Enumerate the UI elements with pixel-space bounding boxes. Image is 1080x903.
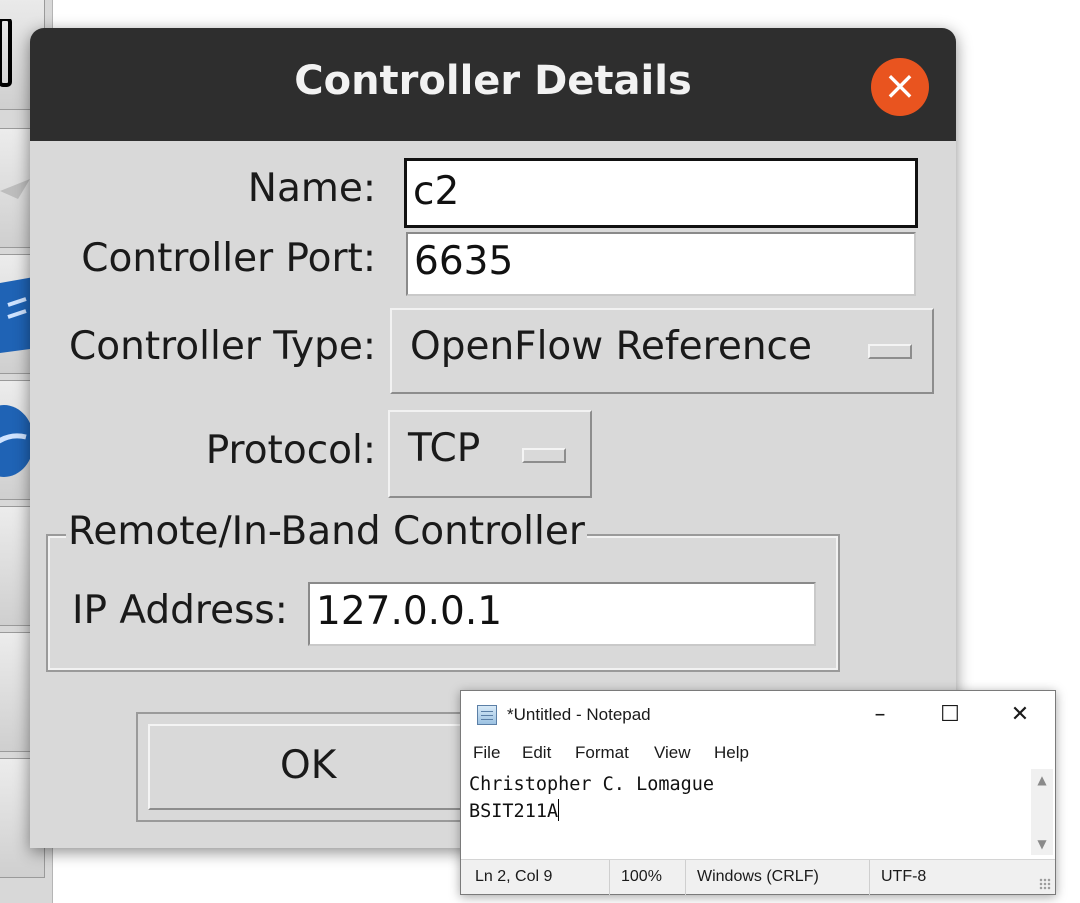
status-encoding: UTF-8 [881, 868, 927, 885]
scroll-down-icon[interactable]: ▼ [1031, 837, 1053, 851]
close-icon[interactable]: × [871, 58, 929, 116]
close-icon[interactable]: ✕ [997, 699, 1043, 731]
minimize-icon[interactable]: – [857, 699, 903, 731]
notepad-icon [477, 705, 497, 725]
name-label: Name: [247, 166, 376, 211]
desktop: Controller Details × Name: c2 Controller… [0, 0, 1080, 903]
ok-button-label: OK [148, 724, 464, 810]
notepad-title: *Untitled - Notepad [507, 705, 651, 724]
status-position: Ln 2, Col 9 [475, 868, 553, 885]
vertical-scrollbar[interactable]: ▲ ▼ [1031, 769, 1053, 855]
ip-address-field[interactable]: 127.0.0.1 [308, 582, 816, 646]
notepad-text-area[interactable]: Christopher C. Lomague BSIT211A [469, 771, 1029, 851]
dropdown-indicator-icon [522, 448, 566, 463]
status-divider [685, 860, 686, 895]
scroll-up-icon[interactable]: ▲ [1031, 773, 1053, 787]
text-line-with-caret: BSIT211A [469, 798, 1029, 825]
text-line: Christopher C. Lomague [469, 774, 715, 795]
status-divider [609, 860, 610, 895]
status-zoom: 100% [621, 868, 662, 885]
resize-grip-icon[interactable] [1039, 878, 1051, 890]
status-line-endings: Windows (CRLF) [697, 868, 819, 885]
menu-file[interactable]: File [473, 743, 500, 763]
menu-help[interactable]: Help [714, 743, 749, 763]
menu-view[interactable]: View [654, 743, 691, 763]
text-line: BSIT211A [469, 801, 559, 822]
controller-type-label: Controller Type: [69, 324, 376, 369]
name-field[interactable]: c2 [404, 158, 918, 228]
dropdown-indicator-icon [868, 344, 912, 359]
notepad-window: *Untitled - Notepad – ☐ ✕ File Edit Form… [460, 690, 1056, 895]
dialog-titlebar[interactable]: Controller Details × [30, 28, 956, 141]
menu-edit[interactable]: Edit [522, 743, 551, 763]
dialog-title: Controller Details [294, 58, 692, 104]
protocol-value: TCP [408, 426, 481, 471]
protocol-dropdown[interactable]: TCP [388, 410, 592, 498]
remote-controller-group-title: Remote/In-Band Controller [66, 509, 587, 554]
notepad-statusbar: Ln 2, Col 9 100% Windows (CRLF) UTF-8 [461, 859, 1055, 895]
protocol-label: Protocol: [205, 428, 376, 473]
controller-type-value: OpenFlow Reference [410, 324, 812, 369]
ok-button[interactable]: OK [136, 712, 476, 822]
controller-type-dropdown[interactable]: OpenFlow Reference [390, 308, 934, 394]
text-caret [558, 799, 560, 821]
notepad-menubar: File Edit Format View Help [461, 737, 1055, 767]
controller-port-label: Controller Port: [81, 236, 376, 281]
menu-format[interactable]: Format [575, 743, 629, 763]
maximize-icon[interactable]: ☐ [927, 699, 973, 731]
controller-port-field[interactable]: 6635 [406, 232, 916, 296]
ip-address-label: IP Address: [72, 588, 288, 633]
background-canvas [955, 0, 1080, 690]
notepad-titlebar[interactable]: *Untitled - Notepad – ☐ ✕ [461, 691, 1055, 737]
status-divider [869, 860, 870, 895]
select-icon [0, 19, 12, 87]
